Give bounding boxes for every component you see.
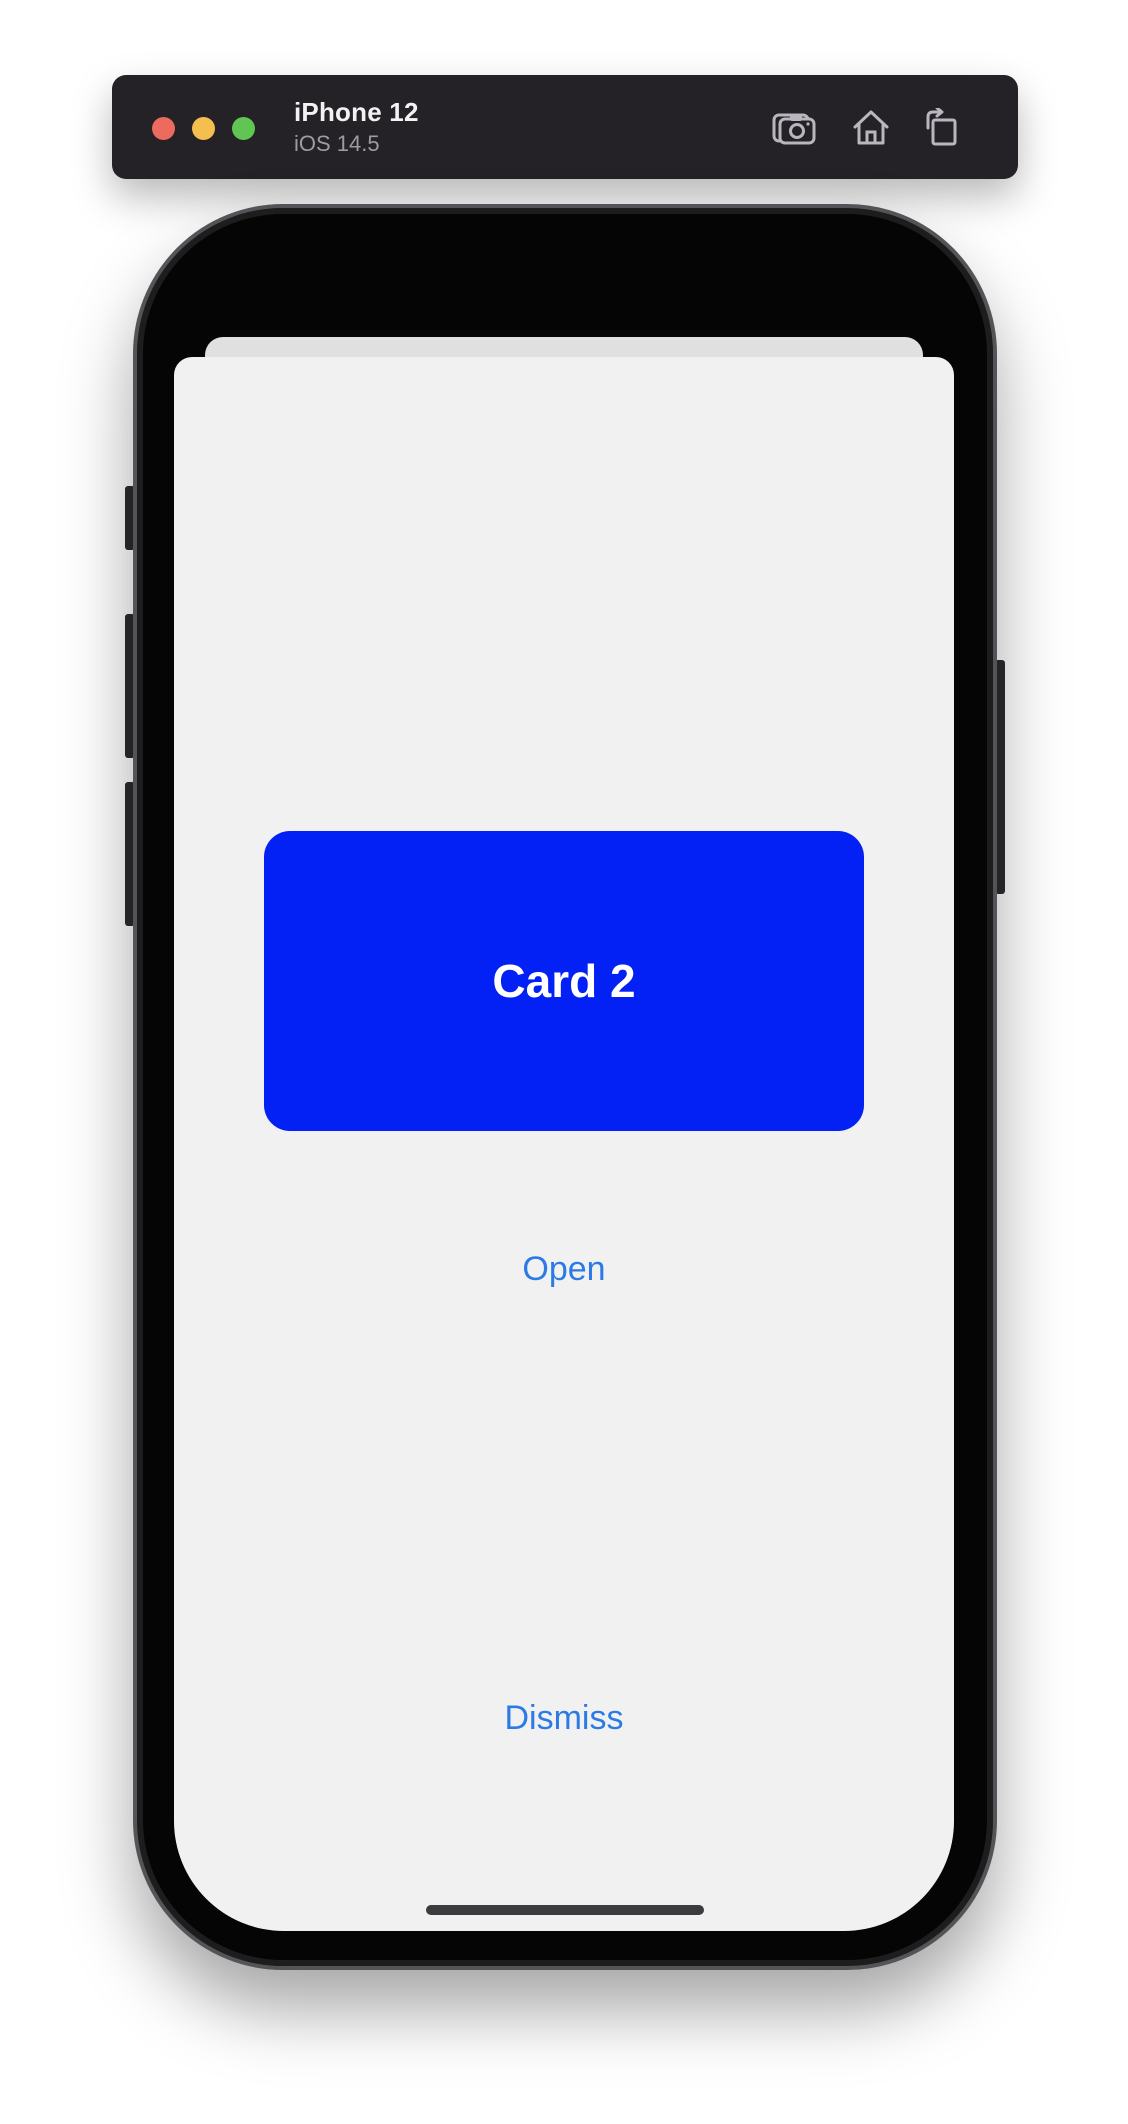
os-version: iOS 14.5 bbox=[294, 131, 380, 156]
minimize-window-button[interactable] bbox=[192, 117, 215, 140]
open-button[interactable]: Open bbox=[174, 1250, 954, 1289]
device-name: iPhone 12 bbox=[294, 97, 419, 127]
modal-sheet: Card 2 Open Dismiss bbox=[174, 357, 954, 1931]
rotate-icon[interactable] bbox=[918, 103, 966, 151]
screenshot-icon[interactable] bbox=[770, 103, 818, 151]
close-window-button[interactable] bbox=[152, 117, 175, 140]
home-indicator[interactable] bbox=[426, 1905, 704, 1915]
dismiss-button[interactable]: Dismiss bbox=[174, 1699, 954, 1738]
card: Card 2 bbox=[264, 831, 864, 1131]
simulator-title-bar: iPhone 12 iOS 14.5 bbox=[112, 75, 1018, 179]
home-icon[interactable] bbox=[847, 103, 895, 151]
card-title: Card 2 bbox=[492, 955, 636, 1007]
zoom-window-button[interactable] bbox=[232, 117, 255, 140]
